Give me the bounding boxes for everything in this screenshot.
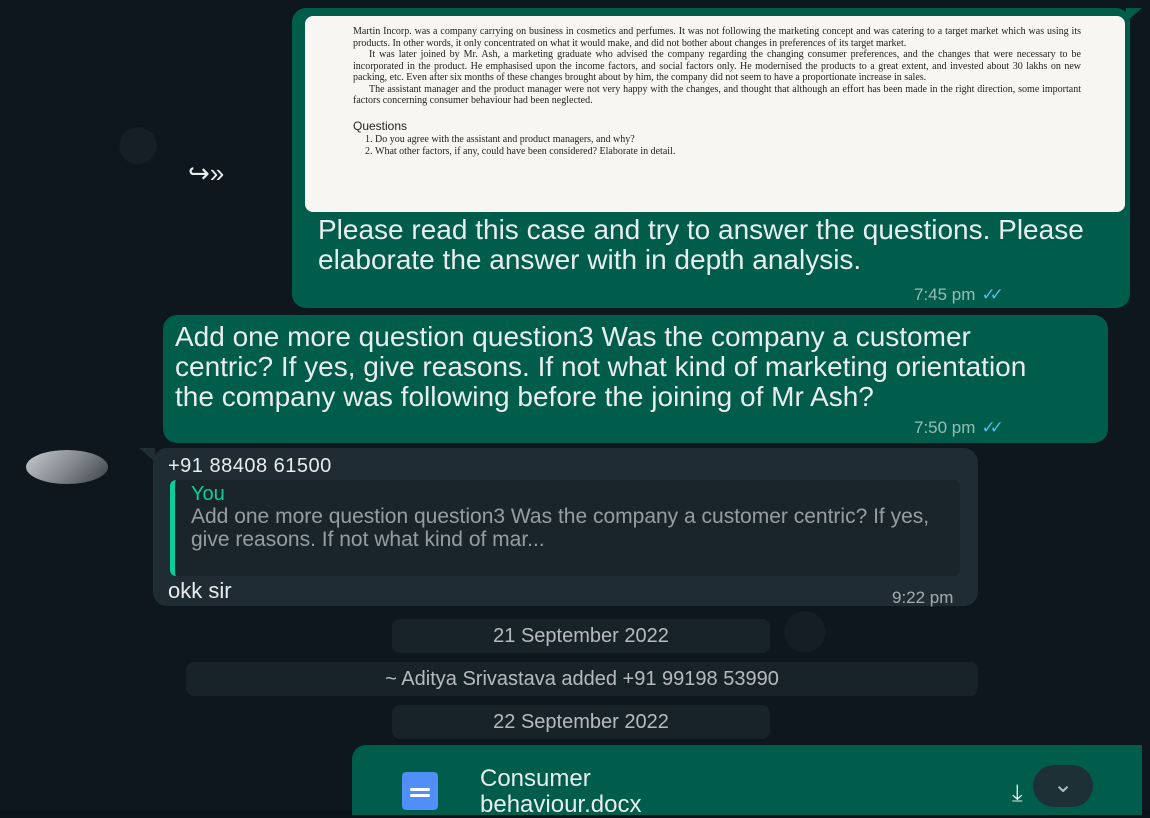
sender-phone[interactable]: +91 88408 61500 [168,455,332,478]
time-label: 7:50 pm [914,418,976,437]
quoted-message[interactable]: You Add one more question question3 Was … [170,480,960,576]
case-study-image[interactable]: Martin Incorp. was a company carrying on… [305,16,1125,212]
docx-file-icon [402,772,438,810]
questions-heading: Questions [353,118,408,133]
question-item: Do you agree with the assistant and prod… [375,134,1081,146]
message-text: okk sir [168,578,232,603]
questions-list: Do you agree with the assistant and prod… [353,134,1081,157]
question-item: What other factors, if any, could have b… [375,146,1081,158]
case-paragraph: The assistant manager and the product ma… [353,83,1081,107]
message-time: 7:50 pm ✓✓ [914,418,1004,438]
message-time: 9:22 pm [892,588,954,607]
read-ticks-icon: ✓✓ [981,285,1003,304]
time-label: 7:45 pm [914,285,976,304]
document-filename[interactable]: Consumer behaviour.docx [480,766,641,818]
quote-text: Add one more question question3 Was the … [191,505,930,551]
filename-line: behaviour.docx [480,791,642,818]
system-notice: ~ Aditya Srivastava added +91 99198 5399… [186,662,978,696]
forward-icon[interactable]: ↪» [188,158,224,189]
double-chevron-down-icon: ⌄ [1052,771,1074,798]
read-ticks-icon: ✓✓ [981,418,1003,437]
bubble-tail [1126,8,1142,22]
scroll-to-bottom-button[interactable]: ⌄ [1033,765,1093,807]
sender-avatar[interactable] [26,450,108,484]
filename-line: Consumer [480,765,591,792]
bubble-tail [139,448,155,462]
case-paragraph: It was later joined by Mr. Ash, a market… [353,49,1081,83]
quote-author: You [191,483,225,505]
message-text: Please read this case and try to answer … [318,214,1084,275]
date-divider: 22 September 2022 [392,705,770,739]
message-time: 7:45 pm ✓✓ [914,285,1004,305]
download-icon[interactable]: ⤓ [1012,780,1023,808]
case-paragraph: Martin Incorp. was a company carrying on… [353,26,1081,49]
date-divider: 21 September 2022 [392,619,770,653]
message-text: Add one more question question3 Was the … [175,321,1027,412]
document-message-bubble[interactable] [352,745,1142,815]
